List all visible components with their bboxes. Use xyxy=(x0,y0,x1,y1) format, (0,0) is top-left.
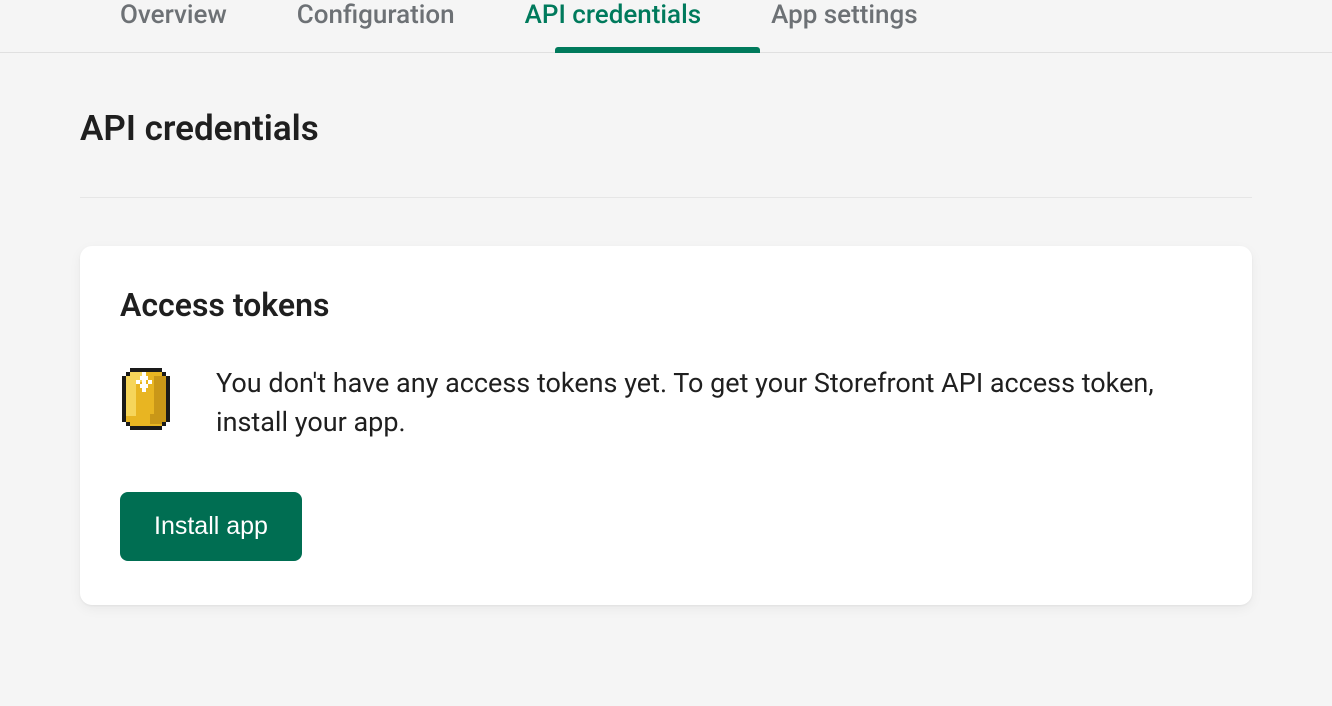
empty-state-message: You don't have any access tokens yet. To… xyxy=(216,364,1212,442)
access-tokens-card: Access tokens xyxy=(80,246,1252,605)
tab-overview[interactable]: Overview xyxy=(120,0,227,30)
tab-bar: Overview Configuration API credentials A… xyxy=(0,0,1332,53)
page-title: API credentials xyxy=(80,108,1252,149)
install-app-button[interactable]: Install app xyxy=(120,492,302,561)
coin-icon xyxy=(120,368,172,434)
tab-configuration[interactable]: Configuration xyxy=(297,0,455,30)
tab-api-credentials[interactable]: API credentials xyxy=(525,0,701,30)
tab-app-settings[interactable]: App settings xyxy=(771,0,918,30)
active-tab-indicator xyxy=(555,47,760,53)
card-title: Access tokens xyxy=(120,286,1212,324)
